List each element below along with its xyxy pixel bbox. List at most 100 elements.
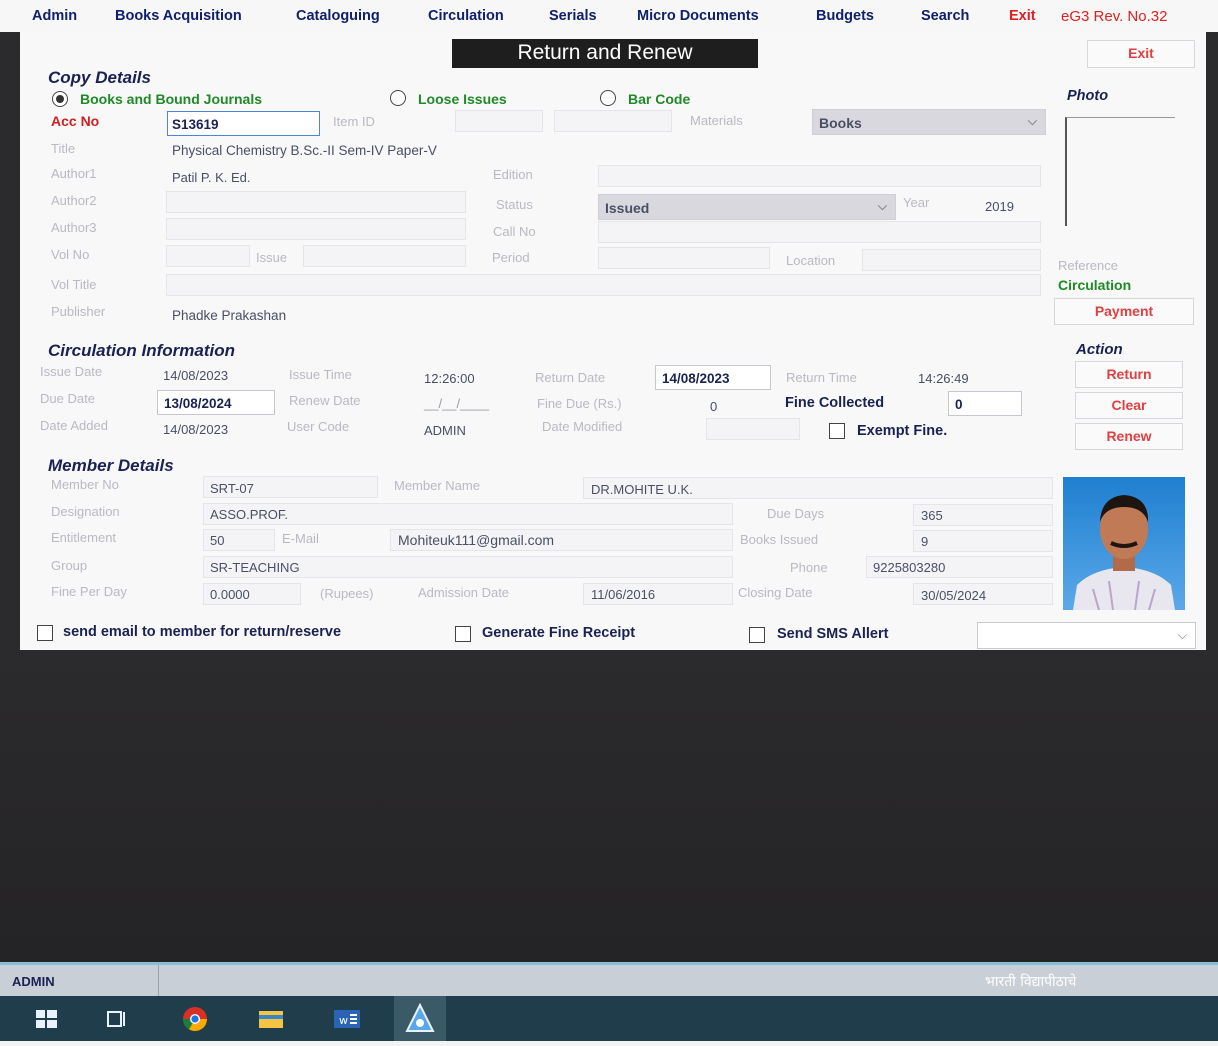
vol-no-label: Vol No: [51, 247, 90, 262]
clear-button[interactable]: Clear: [1075, 392, 1183, 419]
book-photo-box: [1065, 117, 1175, 226]
books-issued-field[interactable]: [913, 530, 1053, 552]
taskbar: w: [0, 996, 1218, 1041]
fine-receipt-checkbox[interactable]: [455, 626, 471, 642]
loose-issues-label: Loose Issues: [418, 91, 507, 107]
materials-value: Books: [819, 115, 862, 131]
fine-due-value: 0: [710, 399, 718, 414]
chevron-down-icon: ⌵: [877, 199, 887, 213]
fine-collected-input[interactable]: 0: [948, 391, 1022, 416]
user-code-value: ADMIN: [424, 423, 466, 438]
author1-value: Patil P. K. Ed.: [172, 170, 251, 185]
menu-budgets[interactable]: Budgets: [816, 8, 874, 24]
status-select[interactable]: Issued ⌵: [598, 194, 896, 220]
issue-date-value: 14/08/2023: [163, 368, 229, 383]
menu-circulation[interactable]: Circulation: [428, 8, 504, 24]
item-id-field[interactable]: [455, 110, 543, 132]
books-issued-value: 9: [921, 534, 929, 549]
year-value: 2019: [985, 199, 1014, 214]
email-value: Mohiteuk111@gmail.com: [398, 532, 555, 548]
location-field[interactable]: [862, 249, 1041, 271]
year-label: Year: [903, 195, 930, 210]
circulation-link[interactable]: Circulation: [1058, 277, 1131, 293]
menu-books-acquisition[interactable]: Books Acquisition: [115, 8, 242, 24]
books-issued-label: Books Issued: [740, 532, 819, 547]
admission-date-label: Admission Date: [418, 585, 510, 600]
return-button[interactable]: Return: [1075, 361, 1183, 388]
background-left: [0, 32, 20, 650]
word-icon[interactable]: w: [330, 1004, 364, 1034]
designation-value: ASSO.PROF.: [210, 507, 289, 522]
task-view-icon[interactable]: [100, 1004, 134, 1034]
return-time-label: Return Time: [786, 370, 857, 385]
file-explorer-icon[interactable]: [254, 1004, 288, 1034]
publisher-label: Publisher: [51, 304, 106, 319]
member-no-label: Member No: [51, 477, 119, 492]
payment-button[interactable]: Payment: [1054, 298, 1194, 325]
send-email-checkbox[interactable]: [37, 625, 53, 641]
admission-date-value: 11/06/2016: [591, 587, 656, 602]
author3-field[interactable]: [166, 218, 466, 240]
chrome-icon[interactable]: [178, 1004, 212, 1034]
date-modified-field[interactable]: [706, 418, 800, 440]
send-email-label: send email to member for return/reserve: [63, 624, 342, 640]
loose-issues-radio[interactable]: [390, 90, 406, 106]
fine-due-label: Fine Due (Rs.): [537, 396, 622, 411]
windows-icon[interactable]: [30, 1004, 64, 1034]
call-no-label: Call No: [493, 224, 536, 239]
issue-field[interactable]: [303, 245, 466, 267]
exit-button[interactable]: Exit: [1087, 40, 1195, 68]
sms-alert-checkbox[interactable]: [749, 627, 765, 643]
group-label: Group: [51, 558, 88, 573]
menu-micro-documents[interactable]: Micro Documents: [637, 8, 759, 24]
reference-label: Reference: [1058, 258, 1118, 273]
vol-no-field[interactable]: [166, 245, 250, 267]
member-details-heading: Member Details: [48, 456, 174, 475]
books-journals-label: Books and Bound Journals: [80, 91, 263, 107]
vol-title-field[interactable]: [166, 274, 1041, 296]
period-field[interactable]: [598, 247, 770, 269]
menu-admin[interactable]: Admin: [32, 8, 77, 24]
books-journals-radio[interactable]: [52, 91, 68, 107]
author2-label: Author2: [51, 193, 97, 208]
period-label: Period: [492, 250, 530, 265]
entitlement-label: Entitlement: [51, 530, 117, 545]
status-divider: [158, 965, 159, 996]
edition-field[interactable]: [598, 165, 1041, 187]
item-id-field-2[interactable]: [554, 110, 672, 132]
window-title: Return and Renew: [452, 39, 758, 68]
renew-button[interactable]: Renew: [1075, 423, 1183, 450]
sms-template-select[interactable]: ⌵: [977, 622, 1196, 649]
photo-label: Photo: [1067, 88, 1109, 104]
menu-serials[interactable]: Serials: [549, 8, 597, 24]
menu-search[interactable]: Search: [921, 8, 969, 24]
circulation-info-heading: Circulation Information: [48, 341, 235, 360]
menu-exit[interactable]: Exit: [1009, 8, 1036, 24]
due-days-value: 365: [921, 508, 943, 523]
author2-field[interactable]: [166, 191, 466, 213]
issue-date-label: Issue Date: [40, 364, 103, 379]
materials-label: Materials: [690, 113, 743, 128]
issue-label: Issue: [256, 250, 288, 265]
renew-date-value[interactable]: __/__/____: [424, 396, 489, 411]
date-modified-label: Date Modified: [542, 419, 623, 434]
due-date-input[interactable]: 13/08/2024: [157, 390, 275, 415]
status-value: Issued: [605, 200, 650, 216]
bar-code-radio[interactable]: [600, 90, 616, 106]
status-org: भारती विद्यापीठाचे: [985, 974, 1077, 990]
call-no-field[interactable]: [598, 221, 1041, 243]
svg-text:w: w: [339, 1014, 348, 1027]
return-date-input[interactable]: 14/08/2023: [655, 365, 771, 390]
menu-cataloguing[interactable]: Cataloguing: [296, 8, 380, 24]
fine-per-day-label: Fine Per Day: [51, 584, 127, 599]
author3-label: Author3: [51, 220, 97, 235]
library-app-icon[interactable]: [394, 996, 446, 1041]
issue-time-label: Issue Time: [289, 367, 352, 382]
acc-no-input[interactable]: S13619: [167, 111, 320, 136]
return-time-value: 14:26:49: [918, 371, 969, 386]
materials-select[interactable]: Books ⌵: [812, 109, 1046, 135]
exempt-fine-checkbox[interactable]: [829, 423, 845, 439]
vol-title-label: Vol Title: [51, 277, 97, 292]
fine-per-day-value: 0.0000: [210, 587, 250, 602]
copy-details-heading: Copy Details: [48, 68, 151, 87]
